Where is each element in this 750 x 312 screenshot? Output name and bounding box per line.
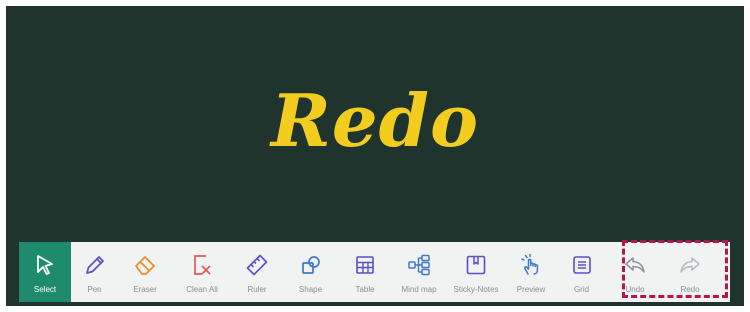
undo-button[interactable]: Undo xyxy=(606,242,664,302)
grid-icon xyxy=(570,253,594,277)
grid-tool-button[interactable]: Grid xyxy=(557,242,606,302)
undo-label: Undo xyxy=(625,285,645,294)
eraser-tool-button[interactable]: Eraser xyxy=(118,242,172,302)
mind-map-tool-button[interactable]: Mind map xyxy=(391,242,447,302)
preview-icon xyxy=(519,253,543,277)
pen-tool-button[interactable]: Pen xyxy=(71,242,118,302)
clean-all-tool-button[interactable]: Clean All xyxy=(172,242,232,302)
shape-tool-button[interactable]: Shape xyxy=(282,242,339,302)
clean-all-icon xyxy=(190,253,214,277)
table-tool-button[interactable]: Table xyxy=(339,242,391,302)
eraser-icon xyxy=(133,253,157,277)
grid-tool-label: Grid xyxy=(573,285,590,294)
undo-icon xyxy=(623,253,647,277)
cursor-icon xyxy=(33,253,57,277)
ruler-icon xyxy=(245,253,269,277)
select-tool-button[interactable]: Select xyxy=(19,242,71,302)
ruler-tool-label: Ruler xyxy=(247,285,267,294)
mind-map-tool-label: Mind map xyxy=(401,285,437,294)
pen-icon xyxy=(83,253,107,277)
sticky-notes-tool-label: Sticky-Notes xyxy=(453,285,499,294)
sticky-notes-icon xyxy=(464,253,488,277)
shape-icon xyxy=(299,253,323,277)
ruler-tool-button[interactable]: Ruler xyxy=(232,242,282,302)
redo-button[interactable]: Redo xyxy=(664,242,716,302)
preview-tool-label: Preview xyxy=(516,285,546,294)
table-tool-label: Table xyxy=(355,285,375,294)
clean-all-tool-label: Clean All xyxy=(186,285,218,294)
redo-icon xyxy=(678,253,702,277)
sticky-notes-tool-button[interactable]: Sticky-Notes xyxy=(447,242,505,302)
pen-tool-label: Pen xyxy=(87,285,102,294)
eraser-tool-label: Eraser xyxy=(133,285,157,294)
canvas-text[interactable]: Redo xyxy=(6,78,744,163)
redo-label: Redo xyxy=(680,285,700,294)
mind-map-icon xyxy=(407,253,431,277)
table-icon xyxy=(353,253,377,277)
preview-tool-button[interactable]: Preview xyxy=(505,242,557,302)
toolbar: Select Pen Eraser Clean All Ruler Shape xyxy=(19,242,730,302)
select-tool-label: Select xyxy=(33,285,57,294)
shape-tool-label: Shape xyxy=(298,285,323,294)
